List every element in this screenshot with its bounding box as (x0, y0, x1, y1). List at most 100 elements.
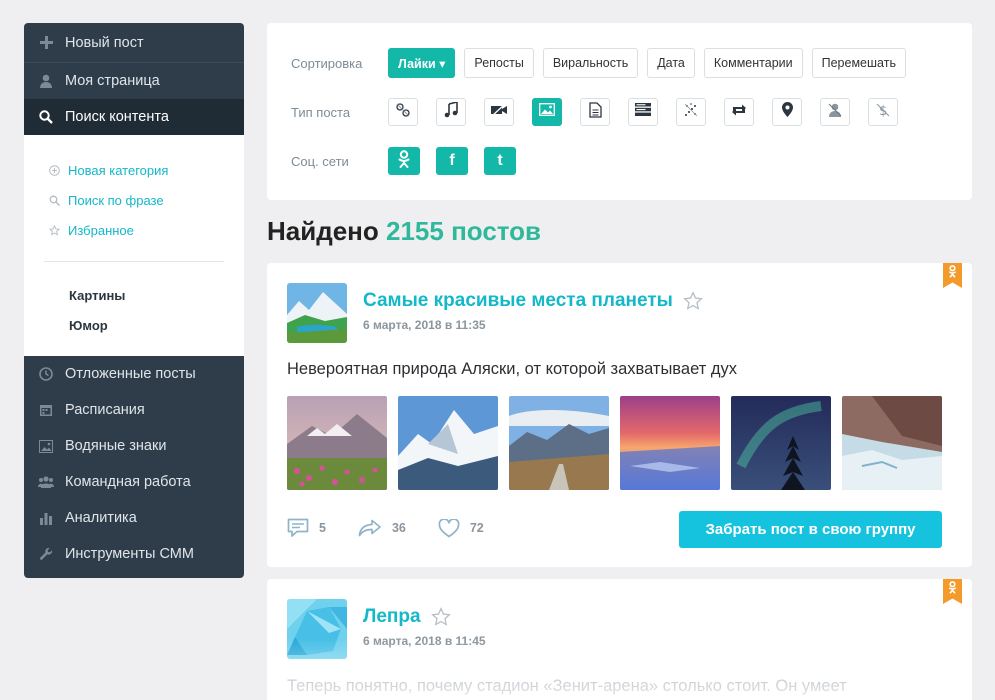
type-text-button[interactable] (628, 98, 658, 126)
results-count: 2155 постов (386, 216, 542, 246)
avatar[interactable] (287, 599, 347, 659)
social-tumblr-button[interactable]: t (484, 147, 516, 175)
repost-icon (730, 103, 748, 122)
plus-circle-icon (48, 164, 60, 176)
image-icon (539, 103, 555, 121)
star-icon (48, 224, 60, 236)
social-facebook-button[interactable]: f (436, 147, 468, 175)
sub-link-new-category[interactable]: Новая категория (44, 155, 224, 185)
post-title[interactable]: Самые красивые места планеты (363, 290, 703, 312)
music-note-icon (444, 100, 458, 123)
tumblr-icon: t (497, 152, 503, 169)
sidebar: Новый пост Моя страница Поиск контента Н… (24, 23, 244, 578)
sidebar-item-label: Моя страница (65, 73, 160, 89)
sort-label: Сортировка (291, 55, 363, 71)
sidebar-item-my-page[interactable]: Моя страница (24, 63, 244, 99)
sidebar-item-scheduled-posts[interactable]: Отложенные посты (24, 356, 244, 392)
category-item[interactable]: Картины (44, 280, 224, 310)
post-type-label: Тип поста (291, 104, 351, 120)
image-icon (38, 438, 54, 454)
type-music-button[interactable] (436, 98, 466, 126)
filters-panel: Сортировка Лайки ▾ Репосты Виральность Д… (267, 23, 972, 200)
document-icon (588, 101, 602, 123)
type-document-button[interactable] (580, 98, 610, 126)
link-off-icon (395, 102, 411, 123)
divider (44, 261, 224, 262)
photo-thumbnail[interactable] (731, 396, 831, 490)
user-off-icon (827, 102, 843, 123)
clock-icon (38, 366, 54, 382)
list-icon (635, 103, 651, 121)
calendar-icon (38, 402, 54, 418)
sort-virality-button[interactable]: Виральность (542, 48, 639, 78)
sidebar-item-label: Поиск контента (65, 109, 169, 125)
sidebar-item-new-post[interactable]: Новый пост (24, 23, 244, 63)
reposts-stat[interactable]: 36 (358, 519, 406, 537)
sparkle-off-icon (683, 102, 699, 123)
photo-thumbnail[interactable] (620, 396, 720, 490)
sidebar-item-teamwork[interactable]: Командная работа (24, 464, 244, 500)
search-icon (38, 109, 54, 125)
plus-icon (38, 35, 54, 51)
video-off-icon (490, 103, 508, 122)
heart-icon (438, 518, 460, 537)
sort-comments-button[interactable]: Комментарии (703, 48, 803, 78)
odnoklassniki-bookmark-icon (943, 263, 962, 288)
star-icon[interactable] (430, 607, 451, 627)
category-item[interactable]: Юмор (44, 310, 224, 340)
post-date: 6 марта, 2018 в 11:35 (363, 318, 486, 332)
type-video-button[interactable] (484, 98, 514, 126)
photo-thumbnail[interactable] (398, 396, 498, 490)
photo-gallery (287, 396, 953, 490)
sub-link-phrase-search[interactable]: Поиск по фразе (44, 185, 224, 215)
post-text: Теперь понятно, почему стадион «Зенит-ар… (287, 677, 847, 695)
results-heading: Найдено 2155 постов (267, 216, 542, 246)
photo-thumbnail[interactable] (509, 396, 609, 490)
search-submenu: Новая категория Поиск по фразе Избранное… (24, 135, 244, 356)
sidebar-item-schedules[interactable]: Расписания (24, 392, 244, 428)
post-stats: 5 36 72 (287, 518, 516, 538)
share-arrow-icon (358, 519, 381, 537)
sort-date-button[interactable]: Дата (647, 48, 695, 78)
svg-text:$: $ (879, 104, 887, 118)
sidebar-item-content-search[interactable]: Поиск контента (24, 99, 244, 135)
type-link-button[interactable] (388, 98, 418, 126)
user-icon (38, 73, 54, 89)
photo-thumbnail[interactable] (842, 396, 942, 490)
sort-likes-button[interactable]: Лайки ▾ (388, 48, 456, 78)
sidebar-item-smm-tools[interactable]: Инструменты СММ (24, 536, 244, 572)
odnoklassniki-icon (398, 149, 410, 173)
sort-reposts-button[interactable]: Репосты (464, 48, 534, 78)
wrench-icon (38, 546, 54, 562)
social-odnoklassniki-button[interactable] (388, 147, 420, 175)
type-user-button[interactable] (820, 98, 850, 126)
dollar-off-icon: $ (876, 102, 890, 123)
comment-icon (287, 518, 309, 537)
sub-link-favorites[interactable]: Избранное (44, 215, 224, 245)
type-location-button[interactable] (772, 98, 802, 126)
likes-stat[interactable]: 72 (438, 518, 484, 538)
bar-chart-icon (38, 510, 54, 526)
sidebar-item-analytics[interactable]: Аналитика (24, 500, 244, 536)
type-gif-button[interactable] (676, 98, 706, 126)
map-pin-icon (781, 102, 793, 122)
post-card: Лепра 6 марта, 2018 в 11:45 Теперь понят… (267, 579, 972, 700)
type-paid-button[interactable]: $ (868, 98, 898, 126)
search-icon (48, 194, 60, 206)
sidebar-item-watermarks[interactable]: Водяные знаки (24, 428, 244, 464)
take-post-button[interactable]: Забрать пост в свою группу (679, 511, 942, 548)
post-text: Невероятная природа Аляски, от которой з… (287, 360, 737, 378)
type-repost-button[interactable] (724, 98, 754, 126)
star-icon[interactable] (682, 291, 703, 311)
sort-shuffle-button[interactable]: Перемешать (811, 48, 906, 78)
facebook-icon: f (449, 152, 455, 169)
post-date: 6 марта, 2018 в 11:45 (363, 634, 486, 648)
comments-stat[interactable]: 5 (287, 518, 326, 538)
post-title[interactable]: Лепра (363, 606, 451, 628)
type-image-button[interactable] (532, 98, 562, 126)
sidebar-item-label: Новый пост (65, 34, 144, 51)
post-card: Самые красивые места планеты 6 марта, 20… (267, 263, 972, 567)
social-networks-label: Соц. сети (291, 153, 349, 169)
avatar[interactable] (287, 283, 347, 343)
photo-thumbnail[interactable] (287, 396, 387, 490)
